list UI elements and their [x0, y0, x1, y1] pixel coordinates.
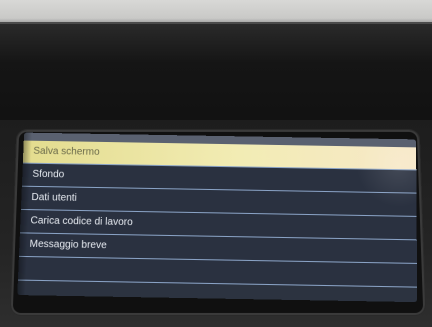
- lcd-screen: Salva schermo Sfondo Dati utenti Carica …: [17, 132, 418, 303]
- printer-upper-panel: [0, 22, 432, 136]
- settings-menu-list: Salva schermo Sfondo Dati utenti Carica …: [17, 140, 418, 288]
- photo-scene: Salva schermo Sfondo Dati utenti Carica …: [0, 0, 432, 327]
- menu-item-label: Messaggio breve: [29, 238, 107, 252]
- menu-item-label: Sfondo: [32, 168, 65, 181]
- menu-item-label: Salva schermo: [33, 145, 100, 158]
- menu-item-label: Carica codice di lavoro: [30, 215, 133, 229]
- menu-item-label: Dati utenti: [31, 191, 78, 204]
